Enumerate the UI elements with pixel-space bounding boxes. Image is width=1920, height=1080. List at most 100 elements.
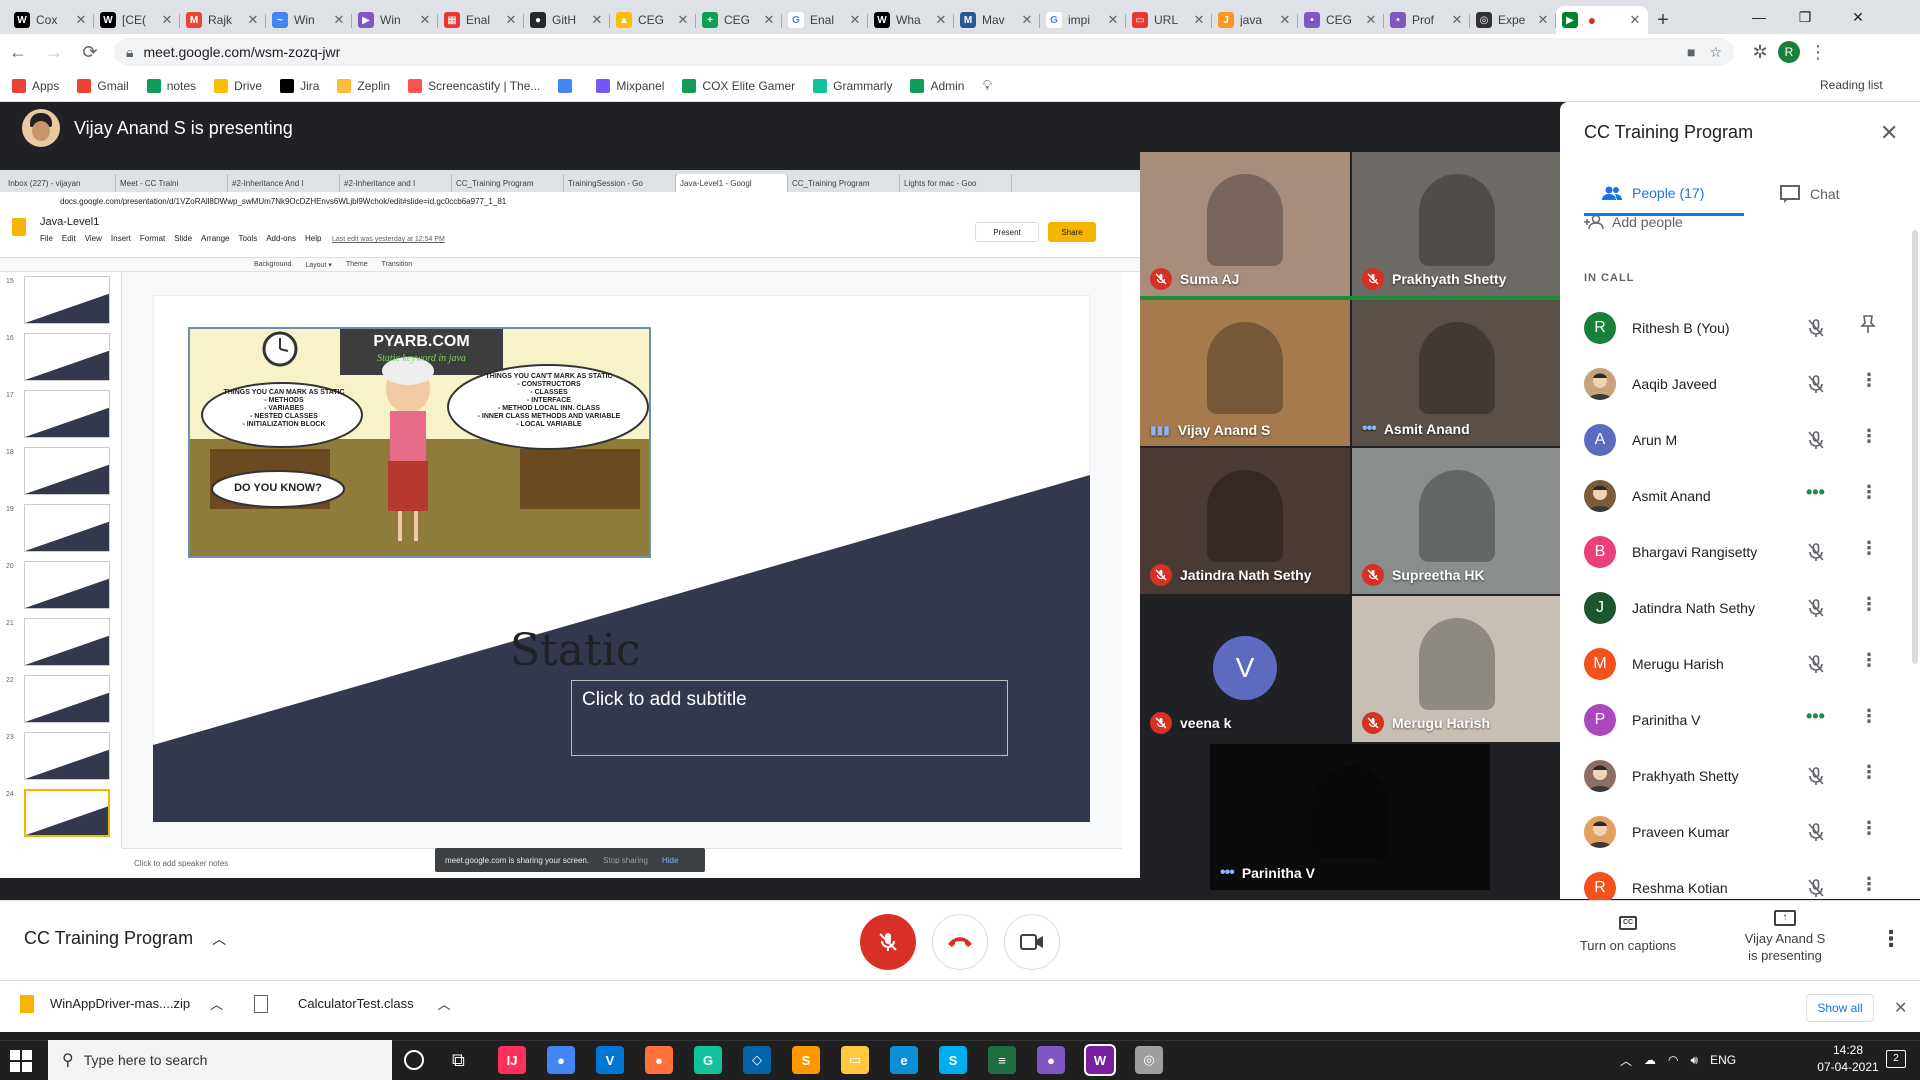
wifi-icon[interactable]: ◠ — [1668, 1053, 1678, 1067]
back-button[interactable]: ← — [0, 34, 36, 70]
forward-button[interactable]: → — [36, 34, 72, 70]
camera-icon[interactable]: ■ — [1687, 44, 1695, 60]
bookmark-item[interactable]: notes — [146, 78, 196, 93]
tab-chat[interactable]: Chat — [1780, 172, 1900, 216]
taskbar-app-icon[interactable]: ≡ — [988, 1046, 1016, 1074]
taskbar-app-icon[interactable]: S — [792, 1046, 820, 1074]
taskbar-app-icon[interactable]: W — [1084, 1044, 1116, 1076]
bookmark-item[interactable]: Grammarly — [813, 78, 892, 93]
participant-row[interactable]: R Rithesh B (You) — [1584, 300, 1884, 356]
browser-tab[interactable]: Jjava ✕ — [1212, 6, 1298, 34]
browser-tab-active[interactable]: ▶ ● ✕ — [1556, 6, 1648, 34]
taskbar-app-icon[interactable]: ● — [1037, 1046, 1065, 1074]
presenting-status-button[interactable]: ↑ Vijay Anand S is presenting — [1720, 910, 1850, 964]
new-tab-button[interactable]: + — [1648, 6, 1678, 34]
participant-row[interactable]: Praveen Kumar — [1584, 804, 1884, 860]
volume-icon[interactable]: 🔊︎ — [1691, 1053, 1699, 1068]
taskbar-app-icon[interactable]: e — [890, 1046, 918, 1074]
taskbar-app-icon[interactable]: ◇ — [743, 1046, 771, 1074]
browser-tab[interactable]: ▦ Enal ✕ — [438, 6, 524, 34]
bookmark-item[interactable]: COX Elite Gamer — [682, 78, 795, 93]
show-all-downloads-button[interactable]: Show all — [1806, 994, 1874, 1022]
windows-start-icon[interactable] — [10, 1050, 32, 1072]
star-icon[interactable]: ☆ — [1709, 44, 1722, 61]
bookmark-item[interactable]: Mixpanel — [596, 78, 664, 93]
participant-row[interactable]: Prakhyath Shetty — [1584, 748, 1884, 804]
bookmark-item[interactable]: Drive — [214, 78, 262, 93]
participant-row[interactable]: M Merugu Harish — [1584, 636, 1884, 692]
tab-close-icon[interactable]: ✕ — [1278, 12, 1292, 28]
taskbar-app-icon[interactable]: ◎ — [1135, 1046, 1163, 1074]
bookmark-item[interactable] — [558, 78, 578, 93]
participant-tile[interactable]: ▮▮▮ Vijay Anand S — [1140, 300, 1350, 446]
tab-close-icon[interactable]: ✕ — [246, 12, 260, 28]
more-vert-icon[interactable]: ⋮ — [1860, 762, 1878, 783]
browser-tab[interactable]: ▲ CEG ✕ — [610, 6, 696, 34]
more-options-icon[interactable]: ⋮ — [1880, 926, 1902, 952]
participant-tile[interactable]: ••• Asmit Anand — [1352, 300, 1562, 446]
tab-close-icon[interactable]: ✕ — [504, 12, 518, 28]
participant-tile[interactable]: Vveena k — [1140, 596, 1350, 742]
tab-close-icon[interactable]: ✕ — [676, 12, 690, 28]
chevron-up-icon[interactable]: ︿ — [438, 994, 451, 1013]
profile-avatar[interactable]: R — [1778, 41, 1800, 63]
browser-tab[interactable]: • Prof ✕ — [1384, 6, 1470, 34]
bookmark-item[interactable]: Zeplin — [337, 78, 390, 93]
more-vert-icon[interactable]: ⋮ — [1860, 650, 1878, 671]
notifications-icon[interactable]: 2 — [1886, 1050, 1906, 1068]
participant-row[interactable]: A Arun M — [1584, 412, 1884, 468]
camera-toggle-button[interactable] — [1004, 914, 1060, 970]
more-vert-icon[interactable]: ⋮ — [1860, 818, 1878, 839]
cortana-icon[interactable] — [404, 1050, 424, 1070]
network-icon[interactable]: ☁ — [1644, 1053, 1656, 1067]
browser-tab[interactable]: ● GitH ✕ — [524, 6, 610, 34]
bookmark-item[interactable]: Admin — [910, 78, 964, 93]
reload-button[interactable]: ⟳ — [72, 34, 108, 70]
more-vert-icon[interactable]: ⋮ — [1860, 482, 1878, 503]
add-people-button[interactable]: Add people — [1584, 214, 1683, 230]
close-downloads-icon[interactable]: ✕ — [1894, 998, 1907, 1018]
bookmark-item[interactable]: Jira — [280, 78, 319, 93]
taskbar-app-icon[interactable]: ▭ — [841, 1046, 869, 1074]
browser-tab[interactable]: ◎ Expe ✕ — [1470, 6, 1556, 34]
participant-tile[interactable]: Suma AJ — [1140, 152, 1350, 298]
participant-row[interactable]: Aaqib Javeed — [1584, 356, 1884, 412]
maximize-button[interactable]: ❐ — [1782, 0, 1828, 34]
taskbar-app-icon[interactable]: G — [694, 1046, 722, 1074]
browser-menu-icon[interactable]: ⋮ — [1800, 34, 1836, 70]
browser-tab[interactable]: W [CE(✕ — [94, 6, 180, 34]
browser-tab[interactable]: ~ Win ✕ — [266, 6, 352, 34]
tab-close-icon[interactable]: ✕ — [1106, 12, 1120, 28]
microphone-toggle-button[interactable] — [860, 914, 916, 970]
pin-icon[interactable] — [1860, 314, 1876, 334]
tab-close-icon[interactable]: ✕ — [590, 12, 604, 28]
more-vert-icon[interactable]: ⋮ — [1860, 594, 1878, 615]
meeting-details-button[interactable]: CC Training Program ︿ — [24, 928, 226, 949]
more-vert-icon[interactable]: ⋮ — [1860, 538, 1878, 559]
taskbar-app-icon[interactable]: IJ — [498, 1046, 526, 1074]
more-vert-icon[interactable]: ⋮ — [1860, 706, 1878, 727]
participant-row[interactable]: B Bhargavi Rangisetty — [1584, 524, 1884, 580]
taskbar-app-icon[interactable]: V — [596, 1046, 624, 1074]
tab-close-icon[interactable]: ✕ — [934, 12, 948, 28]
browser-tab[interactable]: M Mav ✕ — [954, 6, 1040, 34]
close-window-button[interactable]: ✕ — [1828, 0, 1888, 34]
participant-row[interactable]: P Parinitha V — [1584, 692, 1884, 748]
bookmark-item[interactable]: Apps — [12, 78, 59, 93]
tab-close-icon[interactable]: ✕ — [74, 12, 88, 28]
tab-people[interactable]: People (17) — [1584, 172, 1744, 216]
tab-close-icon[interactable]: ✕ — [1020, 12, 1034, 28]
leave-call-button[interactable] — [932, 914, 988, 970]
tab-close-icon[interactable]: ✕ — [762, 12, 776, 28]
captions-button[interactable]: CC Turn on captions — [1568, 916, 1688, 953]
bookmark-item[interactable]: Gmail — [77, 78, 129, 93]
tab-close-icon[interactable]: ✕ — [1364, 12, 1378, 28]
participant-tile[interactable]: Prakhyath Shetty — [1352, 152, 1562, 298]
browser-tab[interactable]: • CEG ✕ — [1298, 6, 1384, 34]
panel-scrollbar[interactable] — [1912, 230, 1918, 664]
browser-tab[interactable]: M Rajk ✕ — [180, 6, 266, 34]
participant-tile[interactable]: Jatindra Nath Sethy — [1140, 448, 1350, 594]
taskbar-app-icon[interactable]: S — [939, 1046, 967, 1074]
taskbar-search-input[interactable]: ⚲ Type here to search — [48, 1040, 392, 1080]
browser-tab[interactable]: ▭ URL ✕ — [1126, 6, 1212, 34]
